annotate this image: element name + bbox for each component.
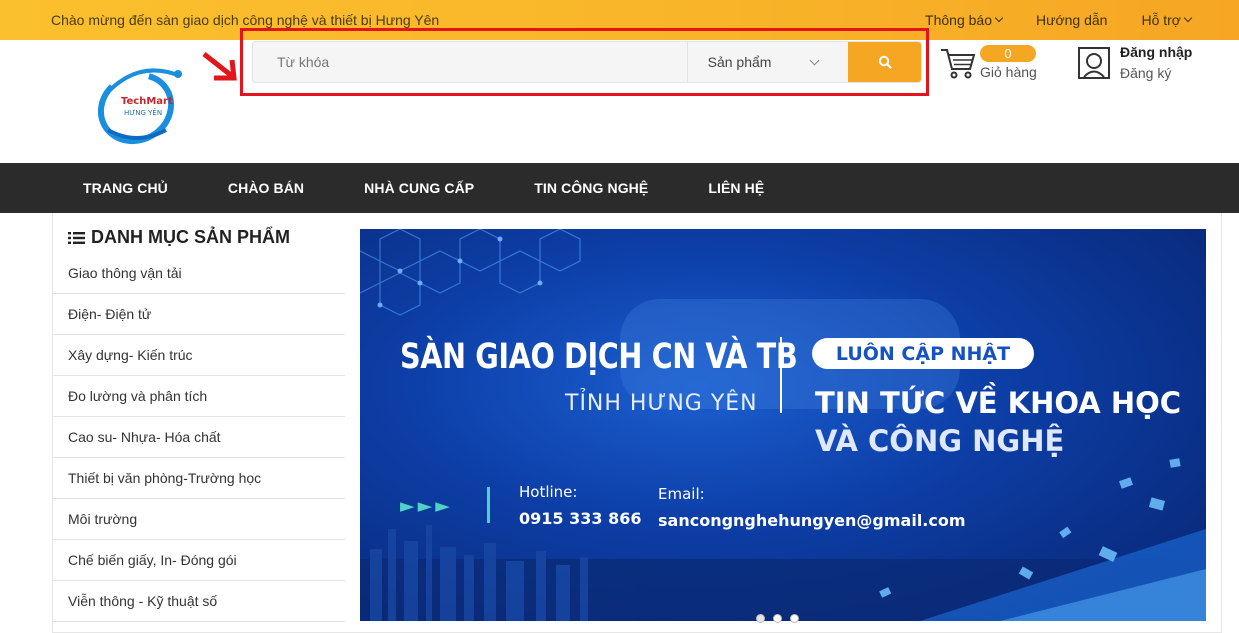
carousel-dot[interactable] [773,614,782,623]
cart-icon [941,49,976,79]
category-item[interactable]: Điện- Điện tử [53,294,345,335]
banner-subheading: TỈNH HƯNG YÊN [565,391,758,416]
category-item[interactable]: Xây dựng- Kiến trúc [53,335,345,376]
nav-contact[interactable]: LIÊN HỆ [708,180,764,196]
banner-background [360,229,1206,621]
category-item[interactable]: Viễn thông - Kỹ thuật số [53,581,345,622]
search-icon [878,55,892,69]
cart[interactable]: 0 Giỏ hàng [940,44,1050,84]
logo-text-2: HƯNG YÊN [124,109,163,117]
carousel-dots [756,614,799,623]
category-item[interactable]: Cao su- Nhựa- Hóa chất [53,417,345,458]
search-button[interactable] [848,42,921,82]
support-link[interactable]: Hỗ trợ [1141,12,1193,28]
search-bar: Sản phẩm [252,41,922,83]
category-item[interactable]: Chế biến giấy, In- Đóng gói [53,540,345,581]
cart-count-badge: 0 [980,45,1036,62]
red-arrow-icon [202,52,237,81]
email-label: Email: [658,485,705,503]
carousel-dot[interactable] [790,614,799,623]
banner-badge: LUÔN CẬP NHẬT [812,338,1034,369]
notifications-link[interactable]: Thông báo [925,12,1004,28]
nav-tech-news[interactable]: TIN CÔNG NGHỆ [534,180,648,196]
hotline-number: 0915 333 866 [519,509,642,528]
email-address: sancongnghehungyen@gmail.com [658,511,966,530]
login-link[interactable]: Đăng nhập [1120,44,1192,60]
main-nav: TRANG CHỦ CHÀO BÁN NHÀ CUNG CẤP TIN CÔNG… [0,163,1239,213]
guide-link[interactable]: Hướng dẫn [1036,12,1107,28]
search-input[interactable] [253,42,687,82]
cart-label: Giỏ hàng [980,64,1037,80]
user-icon [1078,47,1110,79]
banner-badge-text: LUÔN CẬP NHẬT [835,342,1011,365]
top-links: Thông báo Hướng dẫn Hỗ trợ [925,12,1193,28]
nav-offers[interactable]: CHÀO BÁN [228,180,304,196]
category-title-text: DANH MỤC SẢN PHẨM [91,227,290,247]
banner-news-line1: TIN TỨC VỀ KHOA HỌC [815,386,1182,420]
category-item[interactable]: Thiết bị văn phòng-Trường học [53,458,345,499]
account-area: Đăng nhập Đăng ký [1077,44,1217,84]
chevron-down-icon [1183,13,1193,23]
banner-news-line2: VÀ CÔNG NGHỆ [815,424,1065,458]
carousel-dot[interactable] [756,614,765,623]
banner-heading: SÀN GIAO DỊCH CN VÀ TB [400,337,798,377]
hotline-label: Hotline: [519,483,578,501]
nav-suppliers[interactable]: NHÀ CUNG CẤP [364,180,474,196]
hero-banner[interactable]: SÀN GIAO DỊCH CN VÀ TB TỈNH HƯNG YÊN LUÔ… [360,229,1206,621]
category-item[interactable]: Giao thông vận tải [53,253,345,294]
category-title: DANH MỤC SẢN PHẨM [68,227,290,248]
nav-home[interactable]: TRANG CHỦ [83,180,168,196]
register-link[interactable]: Đăng ký [1120,65,1171,81]
welcome-text: Chào mừng đến sàn giao dịch công nghệ và… [51,12,440,28]
chevron-down-icon [809,55,820,65]
banner-arrows: ►►► [400,495,453,517]
category-item[interactable]: Môi trường [53,499,345,540]
category-list: Giao thông vận tải Điện- Điện tử Xây dựn… [53,253,345,622]
search-category-select[interactable]: Sản phẩm [686,42,849,82]
logo-text-1: TechMart [121,96,173,107]
category-item[interactable]: Đo lường và phân tích [53,376,345,417]
list-icon [68,231,85,244]
chevron-down-icon [994,13,1004,23]
search-category-value: Sản phẩm [707,54,772,70]
